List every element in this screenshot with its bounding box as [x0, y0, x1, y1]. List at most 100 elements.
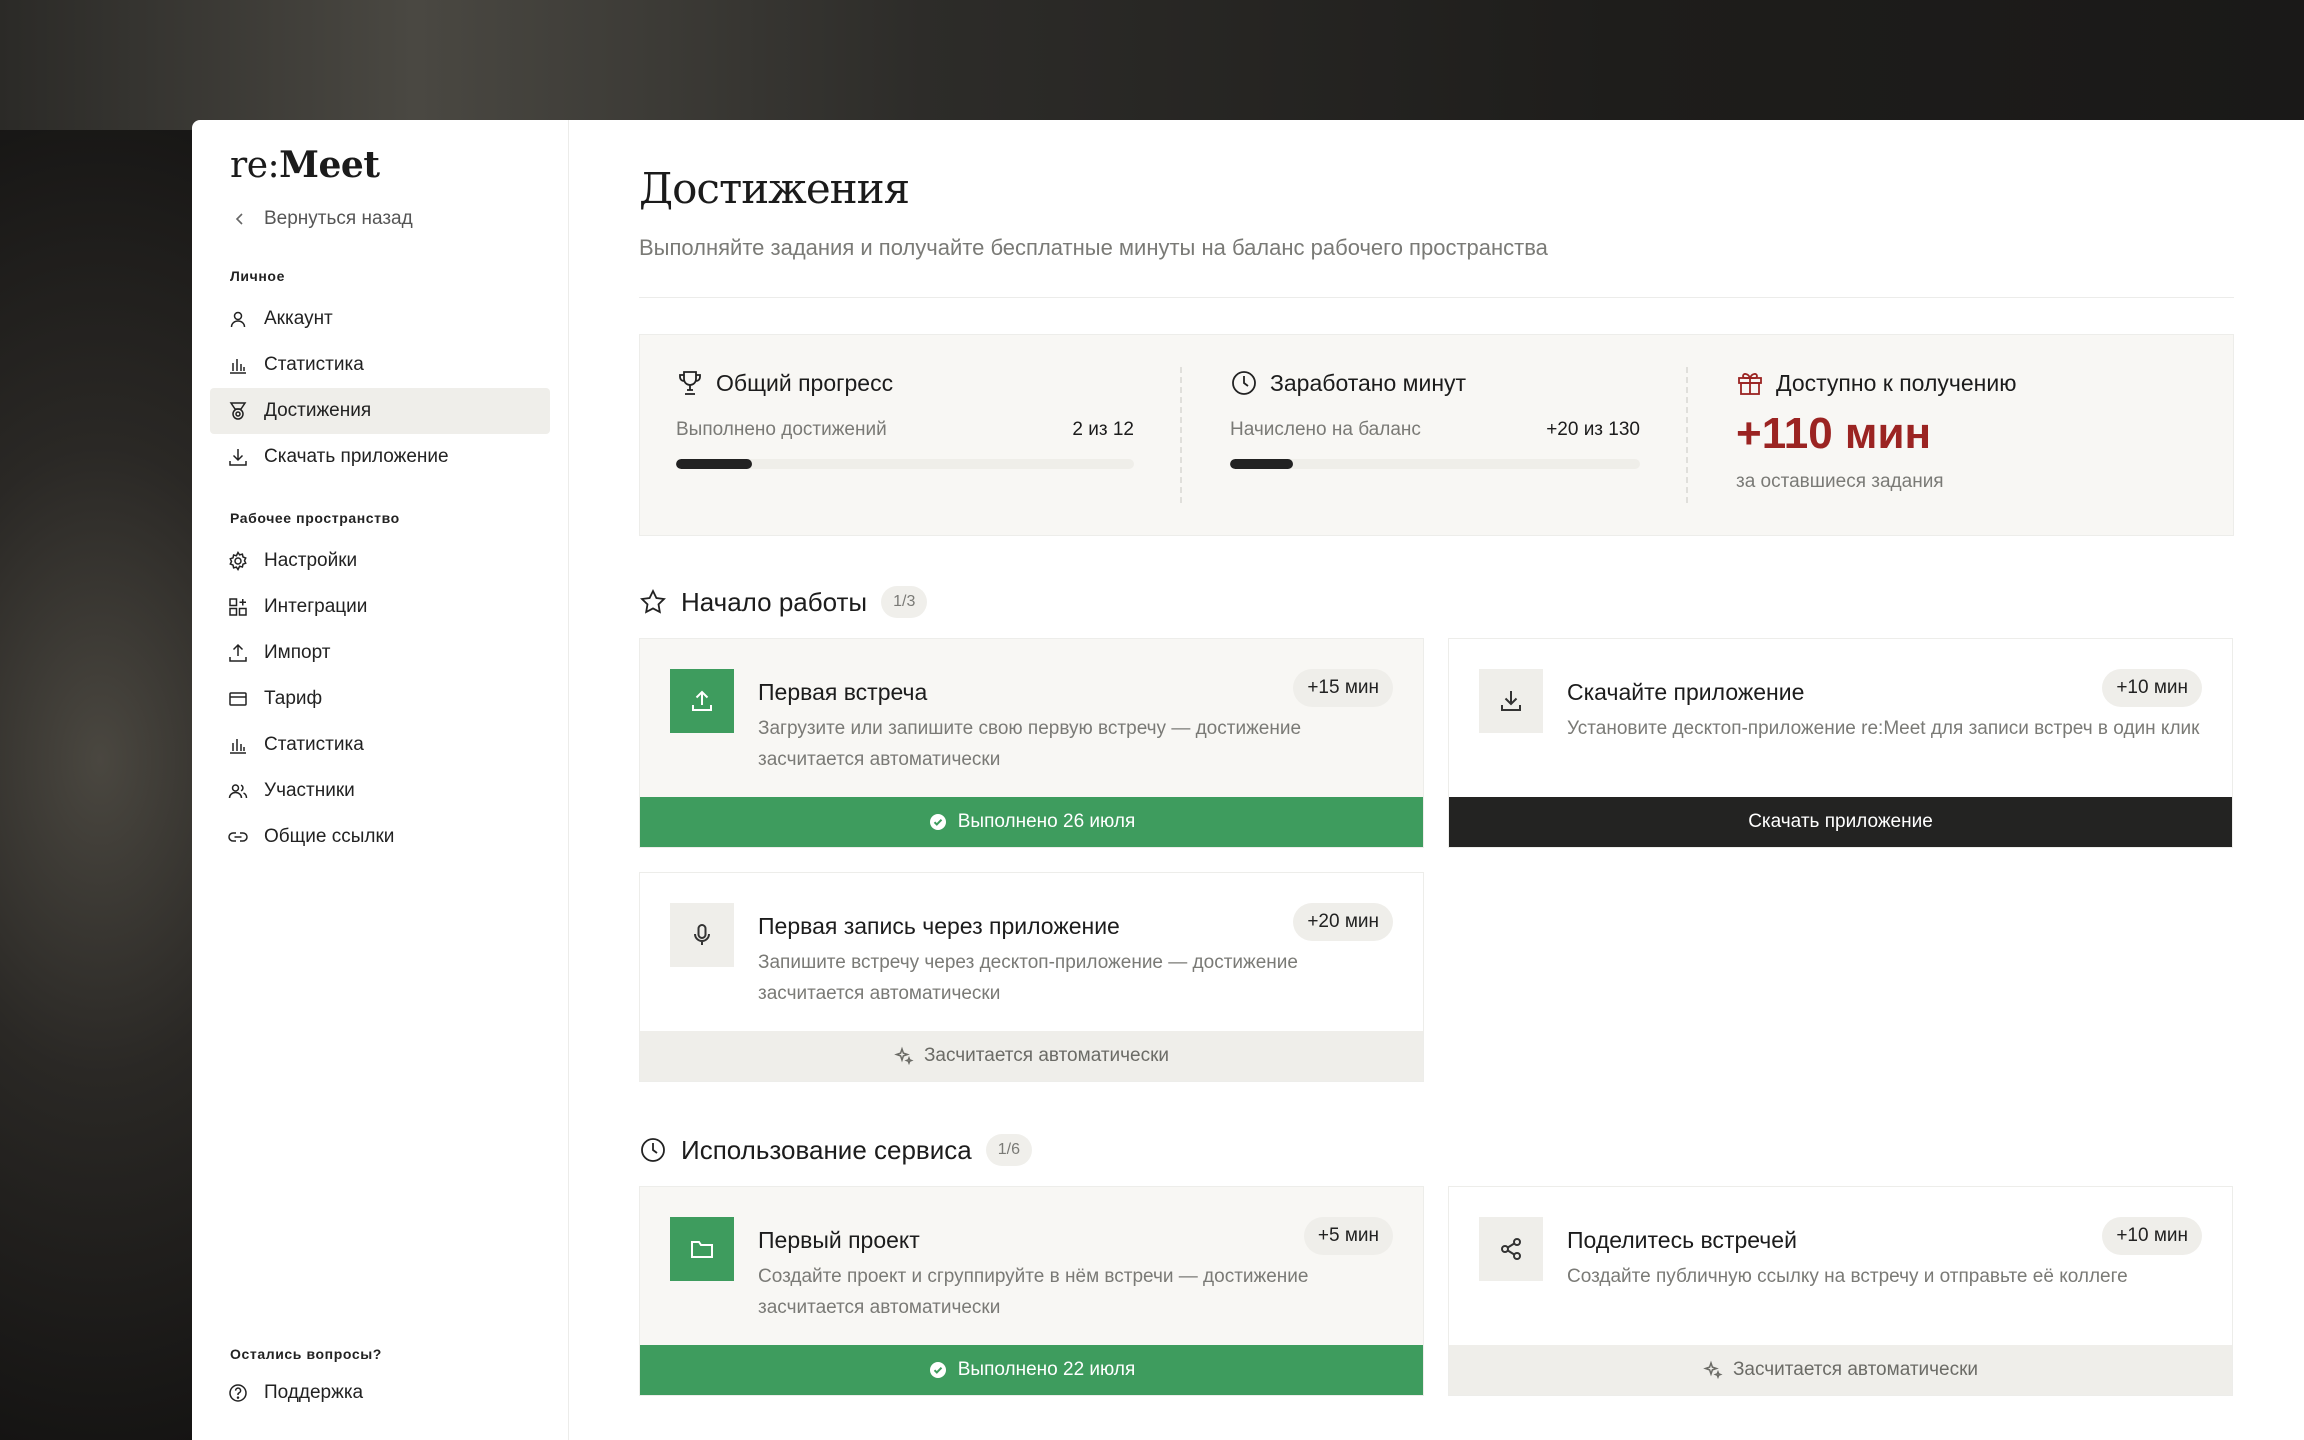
sidebar-item-achievements[interactable]: Достижения [210, 388, 550, 434]
main-content: Достижения Выполняйте задания и получайт… [569, 120, 2304, 1440]
page-title: Достижения [639, 164, 910, 213]
auto-status-label: Засчитается автоматически [1732, 1359, 1979, 1380]
group-header-service-usage: Использование сервиса 1/6 [639, 1134, 2234, 1166]
download-icon [229, 449, 247, 466]
sidebar: re:Meet Вернуться назад Личное Аккаунт С… [192, 120, 569, 1440]
completed-status: Выполнено 26 июля [640, 797, 1423, 847]
sparkle-icon [1703, 1360, 1723, 1380]
sidebar-item-label: Скачать приложение [264, 446, 449, 467]
earned-bar-fill [1230, 459, 1294, 469]
sidebar-item-label: Поддержка [264, 1382, 364, 1403]
page-subtitle: Выполняйте задания и получайте бесплатны… [639, 235, 1548, 260]
sidebar-item-label: Импорт [264, 642, 331, 663]
summary-available-value: +110 мин [1736, 409, 1932, 458]
summary-panel: Общий прогресс Выполнено достижений 2 из… [639, 334, 2234, 536]
sidebar-item-statistics[interactable]: Статистика [210, 342, 550, 388]
reward-badge: +20 мин [1293, 903, 1393, 941]
achievement-title: Поделитесь встречей [1567, 1226, 1797, 1253]
section-title-personal: Личное [230, 268, 285, 284]
sidebar-item-label: Тариф [264, 688, 323, 709]
achievement-card-first-meeting: Первая встреча +15 мин Загрузите или зап… [639, 638, 1424, 848]
achievement-card-first-app-recording: Первая запись через приложение +20 мин З… [639, 872, 1424, 1082]
reward-badge: +5 мин [1303, 1217, 1393, 1255]
credit-card-icon [229, 692, 247, 706]
gear-icon [229, 551, 247, 571]
reward-badge: +10 мин [2102, 1217, 2202, 1255]
progress-bar-fill [676, 459, 753, 469]
summary-progress-title: Общий прогресс [716, 369, 894, 396]
sidebar-item-label: Достижения [264, 400, 372, 421]
users-icon [228, 784, 248, 799]
sparkle-icon [894, 1046, 914, 1066]
achievement-title: Первая запись через приложение [758, 912, 1120, 939]
achievement-title: Первый проект [758, 1226, 920, 1253]
grid-plus-icon [229, 598, 247, 616]
summary-earned: Заработано минут Начислено на баланс +20… [1230, 367, 1688, 503]
achievement-description: Создайте проект и сгруппируйте в нём вст… [758, 1266, 1309, 1318]
group-title: Начало работы [681, 586, 868, 617]
summary-separator [1686, 367, 1688, 503]
reward-badge: +15 мин [1293, 669, 1393, 707]
earned-bar [1230, 459, 1640, 469]
sidebar-item-label: Настройки [264, 550, 358, 571]
summary-available: Доступно к получению +110 мин за оставши… [1736, 369, 2016, 501]
auto-status: Засчитается автоматически [640, 1031, 1423, 1081]
bar-chart-icon [230, 739, 246, 754]
gift-icon [1738, 373, 1762, 395]
sidebar-item-label: Участники [264, 780, 355, 801]
achievements-grid: Первый проект +5 мин Создайте проект и с… [639, 1186, 2234, 1396]
group-title: Использование сервиса [681, 1134, 972, 1165]
auto-status-label: Засчитается автоматически [923, 1045, 1170, 1066]
achievement-description: Запишите встречу через десктоп-приложени… [758, 952, 1298, 1004]
clock-icon [641, 1138, 665, 1162]
sidebar-item-download-app[interactable]: Скачать приложение [210, 434, 550, 480]
medal-icon [229, 402, 247, 420]
completed-label: Выполнено 26 июля [957, 811, 1136, 832]
completed-status: Выполнено 22 июля [640, 1345, 1423, 1395]
sidebar-item-import[interactable]: Импорт [210, 630, 550, 676]
sidebar-help: Остались вопросы? Поддержка [210, 1346, 550, 1416]
back-link-label: Вернуться назад [264, 208, 413, 229]
auto-status: Засчитается автоматически [1449, 1345, 2232, 1395]
back-link[interactable]: Вернуться назад [232, 204, 550, 234]
summary-separator [1180, 367, 1182, 503]
app-logo[interactable]: re:Meet [230, 144, 550, 186]
sidebar-item-tariff[interactable]: Тариф [210, 676, 550, 722]
summary-progress-value: 2 из 12 [1072, 419, 1134, 440]
sidebar-item-workspace-statistics[interactable]: Статистика [210, 722, 550, 768]
sidebar-item-account[interactable]: Аккаунт [210, 296, 550, 342]
sidebar-item-label: Статистика [264, 354, 364, 375]
bar-chart-icon [230, 359, 246, 374]
download-app-button[interactable]: Скачать приложение [1449, 797, 2232, 847]
summary-progress-label: Выполнено достижений [676, 419, 887, 440]
reward-badge: +10 мин [2102, 669, 2202, 707]
download-icon [1479, 669, 1543, 733]
sidebar-item-settings[interactable]: Настройки [210, 538, 550, 584]
sidebar-item-integrations[interactable]: Интеграции [210, 584, 550, 630]
chevron-left-icon [235, 213, 243, 225]
summary-available-note: за оставшиеся задания [1736, 471, 1944, 492]
sidebar-item-shared-links[interactable]: Общие ссылки [210, 814, 550, 860]
check-circle-icon [929, 814, 946, 830]
section-title-workspace: Рабочее пространство [230, 510, 400, 526]
summary-progress: Общий прогресс Выполнено достижений 2 из… [676, 367, 1182, 503]
sidebar-item-label: Статистика [264, 734, 364, 755]
divider [639, 297, 2234, 298]
check-circle-icon [929, 1362, 946, 1378]
share-icon [1479, 1217, 1543, 1281]
folder-icon [670, 1217, 734, 1281]
microphone-icon [670, 903, 734, 967]
user-icon [230, 311, 246, 328]
achievement-card-share-meeting: Поделитесь встречей +10 мин Создайте пуб… [1448, 1186, 2233, 1396]
group-header-getting-started: Начало работы 1/3 [639, 586, 2234, 618]
achievement-description: Загрузите или запишите свою первую встре… [758, 718, 1302, 770]
summary-earned-label: Начислено на баланс [1230, 419, 1421, 440]
summary-available-title: Доступно к получению [1776, 369, 2017, 396]
achievement-card-first-project: Первый проект +5 мин Создайте проект и с… [639, 1186, 1424, 1396]
help-circle-icon [229, 1384, 247, 1402]
sidebar-item-support[interactable]: Поддержка [210, 1370, 550, 1416]
group-count-badge: 1/3 [881, 586, 928, 618]
sidebar-item-members[interactable]: Участники [210, 768, 550, 814]
upload-icon [229, 643, 247, 662]
achievement-card-download-app: Скачайте приложение +10 мин Установите д… [1448, 638, 2233, 848]
